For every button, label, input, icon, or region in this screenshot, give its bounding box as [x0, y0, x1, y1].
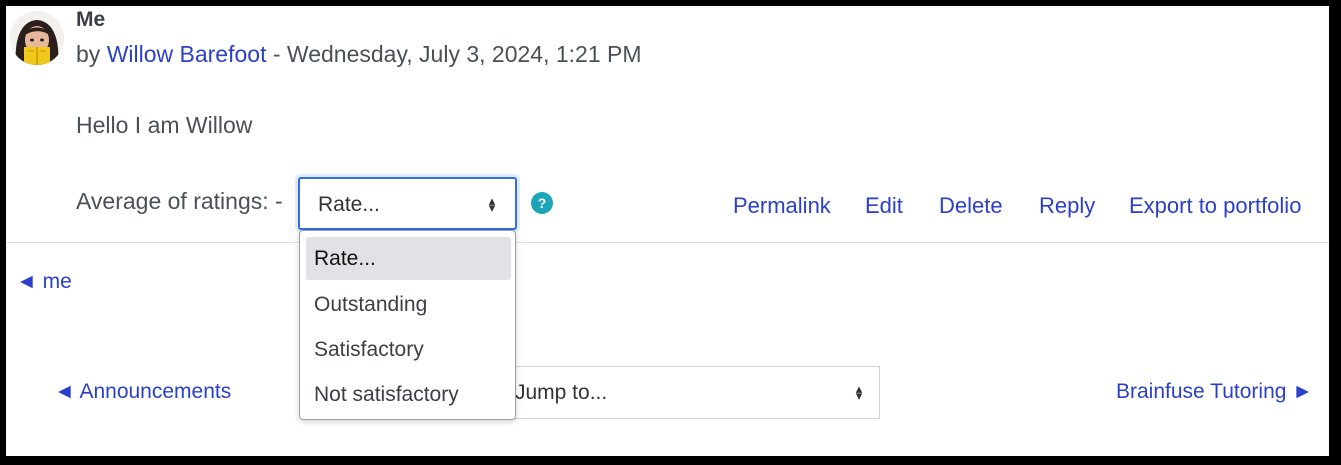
- permalink-link[interactable]: Permalink: [733, 193, 831, 219]
- avatar-image: [10, 11, 64, 65]
- question-circle-icon[interactable]: ?: [531, 192, 553, 214]
- previous-discussion-link[interactable]: ◄ me: [16, 270, 72, 294]
- reply-link[interactable]: Reply: [1039, 193, 1095, 219]
- forum-post-page: Me by Willow Barefoot - Wednesday, July …: [6, 6, 1329, 456]
- author-link[interactable]: Willow Barefoot: [107, 41, 267, 67]
- post-subject: Me: [76, 8, 106, 31]
- edit-link[interactable]: Edit: [865, 193, 903, 219]
- rating-option-label: Rate...: [314, 247, 376, 270]
- select-updown-icon: ▴ ▾: [855, 381, 863, 403]
- byline-separator: -: [266, 41, 287, 67]
- next-activity-link[interactable]: Brainfuse Tutoring ►: [1116, 380, 1313, 404]
- jump-to-value: Jump to...: [515, 381, 608, 404]
- export-portfolio-link[interactable]: Export to portfolio: [1129, 193, 1301, 219]
- rating-option[interactable]: Not satisfactory: [306, 373, 511, 416]
- select-updown-icon: ▴ ▾: [488, 193, 496, 215]
- byline-prefix: by: [76, 41, 101, 67]
- rating-option[interactable]: Rate...: [306, 237, 511, 280]
- post-byline: by Willow Barefoot - Wednesday, July 3, …: [76, 41, 642, 68]
- rating-options-list: Rate... Outstanding Satisfactory Not sat…: [299, 230, 516, 420]
- rating-select[interactable]: Rate... ▴ ▾: [298, 177, 517, 230]
- rating-option-label: Not satisfactory: [314, 383, 459, 406]
- post-date: Wednesday, July 3, 2024, 1:21 PM: [286, 41, 642, 67]
- post-content: Hello I am Willow: [76, 112, 253, 138]
- rating-option[interactable]: Outstanding: [306, 283, 511, 326]
- previous-activity-link[interactable]: ◄ Announcements: [54, 380, 231, 404]
- rating-select-value: Rate...: [318, 193, 380, 216]
- jump-to-select[interactable]: Jump to... ▴ ▾: [496, 366, 880, 419]
- average-rating-label: Average of ratings: -: [76, 188, 283, 214]
- rating-option-label: Outstanding: [314, 293, 428, 316]
- rating-option[interactable]: Satisfactory: [306, 328, 511, 371]
- rating-option-label: Satisfactory: [314, 338, 424, 361]
- post-divider: [6, 242, 1329, 243]
- author-avatar[interactable]: [10, 11, 64, 65]
- delete-link[interactable]: Delete: [939, 193, 1003, 219]
